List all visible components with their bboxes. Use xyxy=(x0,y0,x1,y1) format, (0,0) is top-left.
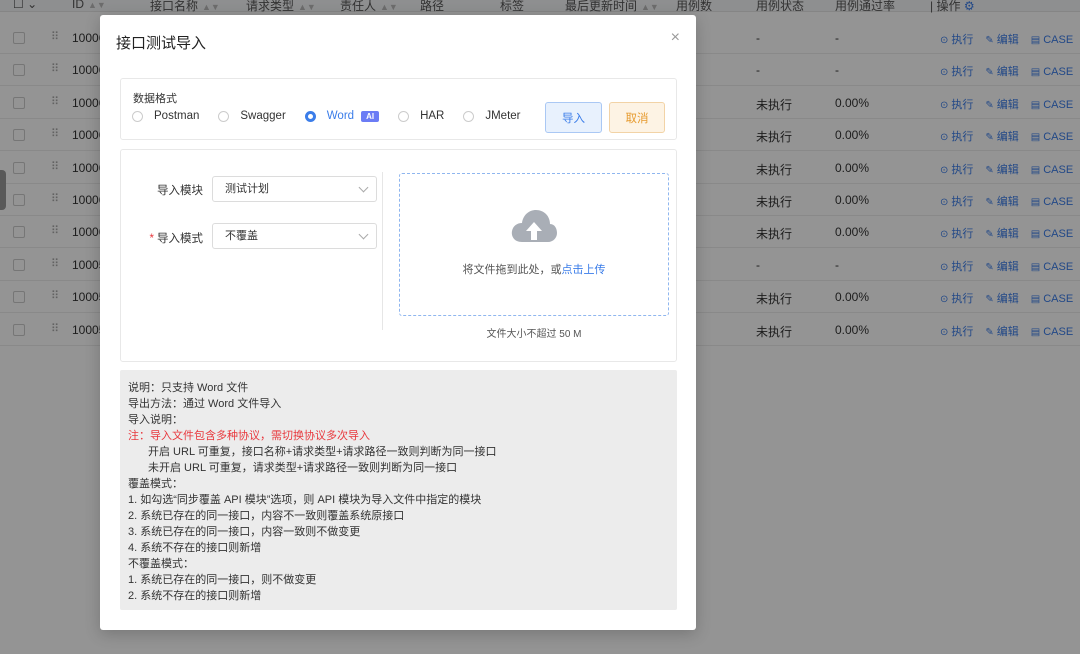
module-label: 导入模块 xyxy=(157,185,203,197)
required-mark: * xyxy=(149,233,154,245)
ai-badge: AI xyxy=(361,110,380,122)
note-line: 导入说明： xyxy=(128,414,183,426)
radio-dot xyxy=(218,110,230,122)
radio-dot xyxy=(304,110,316,122)
note-line: 3. 系统已存在的同一接口，内容一致则不做变更 xyxy=(128,526,361,538)
mode-label-text: 导入模式 xyxy=(157,233,203,245)
format-card: 数据格式 Postman Swagger Word AI HAR JMeter 导… xyxy=(120,78,677,140)
note-line: 1. 系统已存在的同一接口，则不做变更 xyxy=(128,574,317,586)
drop-text-main: 将文件拖到此处，或 xyxy=(462,264,562,276)
divider xyxy=(382,172,383,330)
radio-jmeter[interactable]: JMeter xyxy=(463,110,521,122)
click-upload-link[interactable]: 点击上传 xyxy=(562,264,606,276)
radio-swagger[interactable]: Swagger xyxy=(218,110,286,122)
format-label: 数据格式 xyxy=(133,93,177,105)
format-radio-group: Postman Swagger Word AI HAR JMeter xyxy=(132,110,540,122)
note-line: 不覆盖模式： xyxy=(128,558,194,570)
note-line: 2. 系统已存在的同一接口，内容不一致则覆盖系统原接口 xyxy=(128,510,405,522)
note-line: 覆盖模式： xyxy=(128,478,183,490)
close-icon[interactable]: × xyxy=(671,29,680,47)
radio-har[interactable]: HAR xyxy=(398,110,444,122)
note-line: 说明：只支持 Word 文件 xyxy=(128,382,249,394)
radio-label: JMeter xyxy=(485,110,521,122)
chevron-down-icon xyxy=(358,229,369,240)
radio-label: Postman xyxy=(154,110,200,122)
config-card: 导入模块 测试计划 * 导入模式 不覆盖 将文件拖到此处，或点击上传 文件大小不超… xyxy=(120,149,677,362)
note-line: 4. 系统不存在的接口则新增 xyxy=(128,542,262,554)
file-size-hint: 文件大小不超过 50 M xyxy=(486,329,582,340)
mode-select[interactable]: 不覆盖 xyxy=(212,223,377,249)
radio-dot xyxy=(132,110,143,122)
cloud-upload-icon xyxy=(511,210,557,242)
radio-label: HAR xyxy=(420,110,445,122)
drop-text: 将文件拖到此处，或点击上传 xyxy=(400,261,668,277)
note-line: 导出方法：通过 Word 文件导入 xyxy=(128,398,282,410)
mode-select-value: 不覆盖 xyxy=(225,230,258,242)
radio-word[interactable]: Word AI xyxy=(304,110,380,122)
mode-label: * 导入模式 xyxy=(133,230,203,246)
radio-postman[interactable]: Postman xyxy=(132,110,199,122)
note-line: 2. 系统不存在的接口则新增 xyxy=(128,590,262,602)
radio-dot xyxy=(463,110,475,122)
note-line: 未开启 URL 可重复，请求类型+请求路径一致则判断为同一接口 xyxy=(148,462,458,474)
note-line: 开启 URL 可重复，接口名称+请求类型+请求路径一致则判断为同一接口 xyxy=(148,446,497,458)
import-button[interactable]: 导入 xyxy=(545,102,602,133)
file-dropzone[interactable]: 将文件拖到此处，或点击上传 xyxy=(399,173,669,316)
import-dialog: 接口测试导入 × 数据格式 Postman Swagger Word AI HAR… xyxy=(100,15,696,630)
note-line: 1. 如勾选“同步覆盖 API 模块”选项，则 API 模块为导入文件中指定的模… xyxy=(128,494,482,506)
radio-label: Word xyxy=(326,110,355,122)
module-select[interactable]: 测试计划 xyxy=(212,176,377,202)
note-warning: 注：导入文件包含多种协议，需切换协议多次导入 xyxy=(128,430,370,442)
radio-dot xyxy=(398,110,410,122)
chevron-down-icon xyxy=(358,182,369,193)
cancel-button[interactable]: 取消 xyxy=(609,102,665,133)
dialog-title: 接口测试导入 xyxy=(116,35,207,52)
module-select-value: 测试计划 xyxy=(225,183,269,195)
radio-label: Swagger xyxy=(240,110,286,122)
import-notes: 说明：只支持 Word 文件 导出方法：通过 Word 文件导入 导入说明： 注… xyxy=(120,370,677,610)
